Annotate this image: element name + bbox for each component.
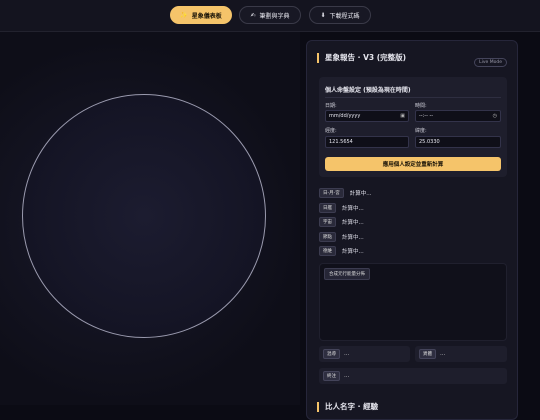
summary-value: ... [344, 373, 350, 379]
planet-tag: 日艦 [319, 203, 336, 213]
summary-box-3: 終注 ... [319, 368, 507, 384]
top-nav-bar: ✨ 星象儀表板 ✍ 筆劃與字典 ⬇ 下載程式碼 [0, 0, 540, 32]
pencil-icon: ✍ [250, 11, 256, 19]
summary-tag: 異體 [419, 349, 436, 359]
planet-value: 計算中... [342, 220, 364, 226]
time-input-value: --:-- -- [419, 113, 434, 119]
planet-value: 計算中... [342, 235, 364, 241]
section-title: 比人名字 · 經驗 [317, 402, 378, 412]
date-input-value: mm/dd/yyyy [329, 113, 361, 119]
element-energy-box: 合成元行能量分佈 [319, 263, 507, 341]
planet-value: 計算中... [349, 191, 372, 197]
list-item: 宇宙 計算中... [319, 217, 364, 227]
latitude-input[interactable]: 25.0330 [415, 136, 501, 148]
list-item: 德維 計算中... [319, 246, 364, 256]
tab-strokes-label: 筆劃與字典 [259, 12, 290, 20]
planet-value: 計算中... [342, 206, 364, 212]
tab-dashboard[interactable]: ✨ 星象儀表板 [170, 6, 232, 24]
summary-tag: 混導 [323, 349, 340, 359]
tab-download-code[interactable]: ⬇ 下載程式碼 [309, 6, 371, 24]
summary-value: ... [344, 351, 350, 357]
time-input[interactable]: --:-- -- ◷ [415, 110, 501, 122]
longitude-label: 經度: [325, 128, 337, 134]
longitude-input[interactable]: 121.5654 [325, 136, 409, 148]
planet-tag: 德維 [319, 246, 336, 256]
summary-box-2: 異體 ... [415, 346, 507, 362]
date-input[interactable]: mm/dd/yyyy ▣ [325, 110, 409, 122]
planet-tag: 節點 [319, 232, 336, 242]
list-item: 日-月-宮 計算中... [319, 188, 372, 198]
settings-title: 個人命盤設定 (預設為現在時間) [325, 87, 411, 94]
sparkle-icon: ✨ [180, 11, 188, 19]
date-label: 日期: [325, 103, 337, 109]
calendar-icon[interactable]: ▣ [400, 113, 405, 119]
time-label: 時間: [415, 103, 427, 109]
report-title: 星象報告 · V3 (完整版) [317, 53, 406, 63]
planet-tag: 日-月-宮 [319, 188, 344, 198]
apply-settings-button[interactable]: 應用個人設定並重新計算 [325, 157, 501, 171]
summary-value: ... [440, 351, 446, 357]
tab-dashboard-label: 星象儀表板 [191, 12, 222, 20]
planet-value: 計算中... [342, 249, 364, 255]
latitude-label: 緯度: [415, 128, 427, 134]
settings-divider [325, 97, 501, 98]
longitude-value: 121.5654 [329, 139, 353, 145]
synthesize-energy-button[interactable]: 合成元行能量分佈 [324, 268, 370, 280]
list-item: 日艦 計算中... [319, 203, 364, 213]
live-mode-badge: Live Mode [474, 58, 507, 67]
download-icon: ⬇ [320, 11, 326, 19]
summary-box-1: 混導 ... [319, 346, 410, 362]
clock-icon[interactable]: ◷ [493, 113, 497, 119]
celestial-sphere[interactable] [22, 94, 266, 338]
personal-chart-settings: 個人命盤設定 (預設為現在時間) 日期: mm/dd/yyyy ▣ 時間: --… [319, 77, 507, 177]
report-panel: 星象報告 · V3 (完整版) Live Mode 個人命盤設定 (預設為現在時… [306, 40, 518, 420]
planet-tag: 宇宙 [319, 217, 336, 227]
tab-download-label: 下載程式碼 [329, 12, 360, 20]
summary-tag: 終注 [323, 371, 340, 381]
list-item: 節點 計算中... [319, 232, 364, 242]
latitude-value: 25.0330 [419, 139, 440, 145]
star-chart-stage[interactable] [0, 32, 300, 405]
tab-strokes-dictionary[interactable]: ✍ 筆劃與字典 [239, 6, 301, 24]
